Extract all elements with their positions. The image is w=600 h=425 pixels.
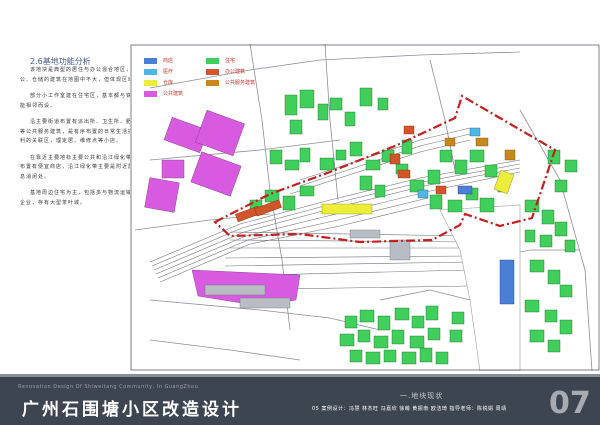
paragraph: 在靠近主要地标主要公共和沿江绿化带附近布置有便宜商店，沿江绿化带主要是附近居民休…	[20, 154, 147, 180]
legend-item-public: 公共建筑	[144, 90, 183, 97]
section-subtitle: 一.地块现状	[400, 392, 444, 400]
paragraph: 沿主要街道布置有派出所、卫生所、肥电房等公共服务建筑，是有序布置的日常生活提供便…	[20, 119, 147, 144]
project-title: 广州石围塘小区改造设计	[22, 400, 242, 420]
page: 2.6基地功能分析 该地块是典型的居住与办公混合地区，办公、仓储的建筑在地图中不…	[0, 0, 600, 425]
paragraph: 基地周边住宅为主，包括多与物流运输相关企业，存有大型茶叶城。	[20, 190, 145, 206]
map-legend: 商店 住宅 医疗 办公建筑 仓库 公共服务建筑 公共建筑	[144, 57, 284, 105]
legend-swatch	[206, 79, 219, 86]
paragraph: 部分小工作室建在住宅区，基本都与铁路功能相邻而设。	[20, 93, 145, 109]
paragraph: 该地块是典型的居住与办公混合地区，办公、仓储的建筑在地图中不大，但体现区域。	[20, 67, 141, 83]
legend-swatch	[206, 68, 219, 75]
footer-divider	[0, 374, 600, 377]
legend-item-office: 办公建筑	[206, 68, 245, 75]
legend-item-residential: 住宅	[206, 57, 235, 64]
legend-item-warehouse: 仓库	[144, 79, 173, 86]
legend-swatch	[206, 57, 219, 64]
credits: 05 案例设计：冯慧 林杰旺 冯嘉欣 徐萌 黄振南 欧洁琦 指导老师：陈锐娟 周…	[312, 406, 507, 412]
legend-item-shop: 商店	[144, 57, 173, 64]
page-number: 07	[549, 386, 591, 421]
legend-item-public-service: 公共服务建筑	[206, 79, 255, 86]
legend-swatch	[144, 90, 157, 97]
legend-swatch	[144, 68, 157, 75]
analysis-text: 该地块是典型的居住与办公混合地区，办公、仓储的建筑在地图中不大，但体现区域。 部…	[20, 66, 148, 215]
footer-english-title: Renovation Design Of Shiweitang Communit…	[18, 384, 199, 390]
legend-item-medical: 医疗	[144, 68, 173, 75]
legend-swatch	[144, 79, 157, 86]
legend-swatch	[144, 57, 157, 64]
